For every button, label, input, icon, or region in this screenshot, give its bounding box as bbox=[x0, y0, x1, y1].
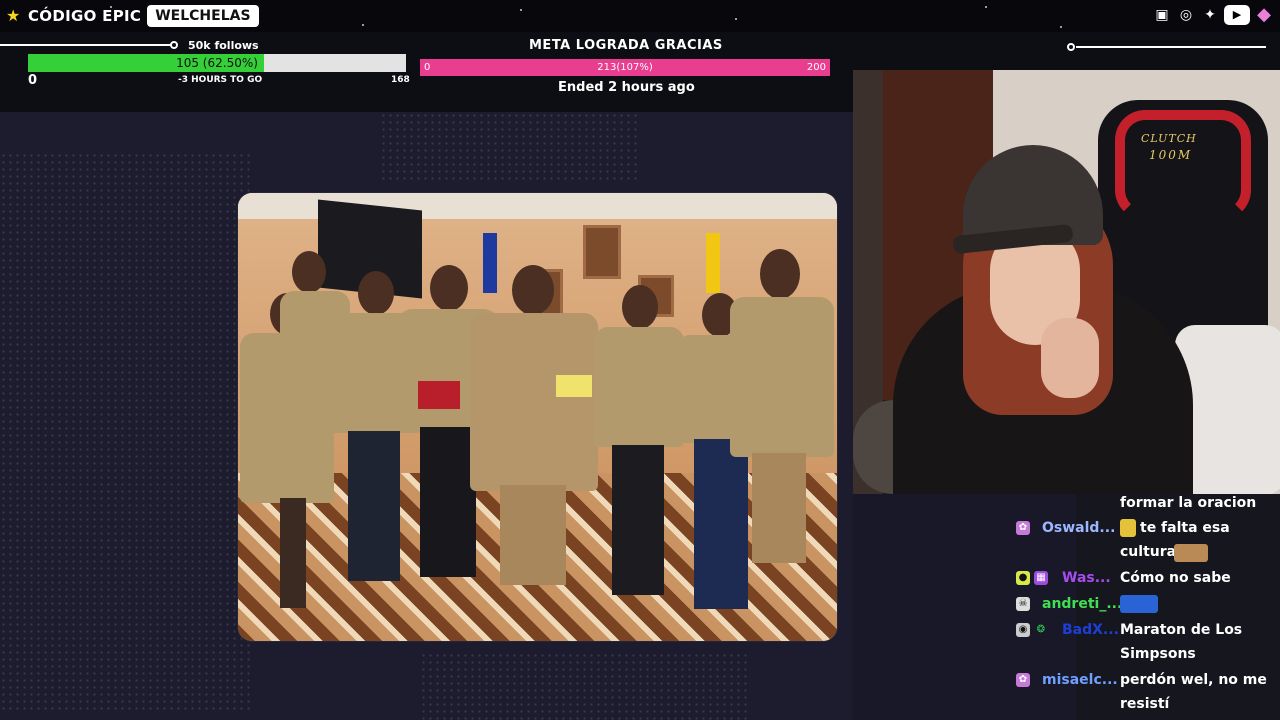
chat-text: Maraton de Los Simpsons bbox=[1120, 622, 1243, 662]
meta-goal-progress: 213(107%) bbox=[597, 62, 653, 73]
dot-pattern bbox=[0, 152, 250, 712]
meta-goal-bar: 0 213(107%) 200 bbox=[420, 59, 830, 76]
top-banner: ★ CÓDIGO EPIC WELCHELAS ▣ ◎ ✦ ▶ ◆ bbox=[0, 0, 1280, 32]
follow-goal-max: 168 bbox=[391, 75, 410, 85]
instagram-icon[interactable]: ◎ bbox=[1176, 5, 1196, 25]
meta-goal-title: META LOGRADA GRACIAS bbox=[529, 38, 723, 53]
chat-text: perdón wel, no me resistí bbox=[1120, 672, 1267, 712]
meta-goal-status: Ended 2 hours ago bbox=[558, 80, 695, 95]
brand-name: CÓDIGO EPIC bbox=[28, 7, 142, 25]
follow-goal-title: 50k follows bbox=[188, 39, 259, 52]
chat-text: formar la oracion bbox=[1120, 495, 1257, 511]
shared-photo bbox=[238, 193, 837, 641]
chat-username[interactable]: Oswald... bbox=[1042, 516, 1115, 540]
divider-line bbox=[1076, 46, 1266, 48]
twitch-icon[interactable]: ▣ bbox=[1152, 5, 1172, 25]
brand-logo: ★ CÓDIGO EPIC WELCHELAS bbox=[6, 3, 259, 29]
chair-logo-sub: 100M bbox=[1149, 148, 1193, 162]
channel-name: WELCHELAS bbox=[147, 5, 259, 27]
chat-username[interactable]: Was... bbox=[1062, 566, 1111, 590]
chat-message: ◉ ❂ BadX... Maraton de Los Simpsons bbox=[1010, 618, 1280, 666]
chat-message: ✿ misaelc... perdón wel, no me resistí bbox=[1010, 668, 1280, 716]
youtube-icon[interactable]: ▶ bbox=[1224, 5, 1250, 25]
certificate bbox=[418, 381, 460, 409]
stream-overlay: ★ CÓDIGO EPIC WELCHELAS ▣ ◎ ✦ ▶ ◆ 50k fo… bbox=[0, 0, 1280, 720]
twitter-icon[interactable]: ✦ bbox=[1200, 5, 1220, 25]
follow-goal-min: 0 bbox=[28, 73, 38, 88]
divider-dot bbox=[1067, 43, 1075, 51]
emote-icon bbox=[1120, 519, 1136, 537]
dot-pattern bbox=[380, 112, 640, 182]
chat-username[interactable]: misaelc... bbox=[1042, 668, 1118, 692]
webcam-feed: CLUTCH 100M bbox=[853, 70, 1280, 494]
emote-icon bbox=[1120, 595, 1158, 613]
certificate bbox=[556, 375, 592, 397]
badge-icon: ❂ bbox=[1036, 624, 1046, 635]
chat-panel: formar la oracion ✿ Oswald... te falta e… bbox=[1010, 494, 1280, 720]
chat-username[interactable]: andreti_... bbox=[1042, 592, 1122, 616]
meta-goal-max: 200 bbox=[806, 62, 826, 73]
dot-pattern bbox=[420, 652, 750, 720]
photo-flag bbox=[706, 233, 720, 293]
photo-frame bbox=[583, 225, 621, 279]
follow-goal-time: -3 HOURS TO GO bbox=[178, 75, 263, 85]
badge-icon: ▦ bbox=[1034, 571, 1048, 585]
badge-icon: ● bbox=[1016, 571, 1030, 585]
badge-icon: ◉ bbox=[1016, 623, 1030, 637]
social-icons: ▣ ◎ ✦ ▶ ◆ bbox=[1152, 5, 1274, 25]
chat-text: Cómo no sabe bbox=[1120, 570, 1231, 586]
skull-badge-icon: ☠ bbox=[1016, 597, 1030, 611]
emote-icon bbox=[1174, 544, 1208, 562]
chair-logo: CLUTCH bbox=[1141, 132, 1197, 145]
chat-message: ✿ Oswald... te falta esa cultura bbox=[1010, 516, 1280, 564]
gem-icon: ◆ bbox=[1257, 4, 1271, 25]
sub-badge-icon: ✿ bbox=[1016, 521, 1030, 535]
chat-username[interactable]: BadX... bbox=[1062, 618, 1119, 642]
divider-line bbox=[0, 44, 172, 46]
streamer-hand bbox=[1041, 318, 1099, 398]
photo-flag bbox=[483, 233, 497, 293]
sub-badge-icon: ✿ bbox=[1016, 673, 1030, 687]
divider-dot bbox=[170, 41, 178, 49]
gaming-chair-trim bbox=[1115, 110, 1251, 220]
star-icon: ★ bbox=[6, 6, 21, 25]
follow-goal-label: 105 (62.50%) bbox=[176, 56, 258, 70]
follow-goal-bar: 105 (62.50%) bbox=[28, 54, 406, 72]
